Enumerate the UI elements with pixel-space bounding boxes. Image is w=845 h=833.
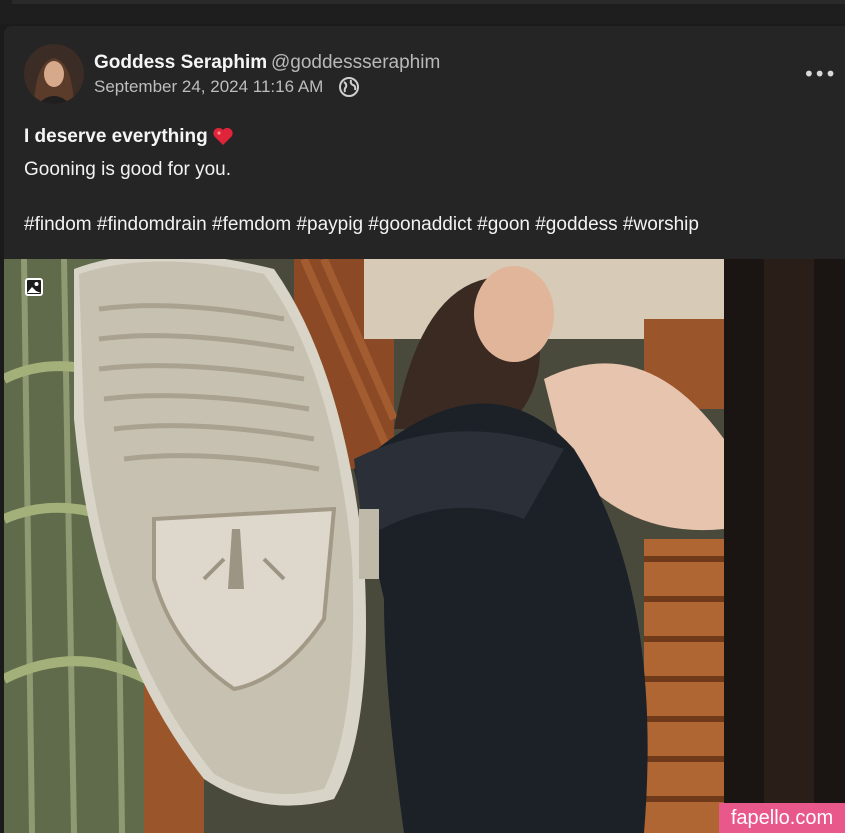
top-bar: [0, 0, 845, 24]
globe-icon: [339, 77, 359, 97]
author-name[interactable]: Goddess Seraphim: [94, 52, 267, 74]
post-photo[interactable]: [4, 259, 845, 833]
heart-icon: [213, 127, 233, 145]
watermark: fapello.com: [719, 803, 845, 833]
image-icon: [25, 278, 43, 296]
more-options-icon[interactable]: •••: [803, 64, 836, 84]
post-card: Goddess Seraphim @goddessseraphim Septem…: [4, 26, 845, 833]
top-divider: [12, 0, 845, 4]
photo-illustration: [4, 259, 845, 833]
author-handle[interactable]: @goddessseraphim: [271, 52, 440, 74]
avatar[interactable]: [24, 44, 84, 104]
post-timestamp[interactable]: September 24, 2024 11:16 AM: [94, 77, 323, 97]
post-text: Gooning is good for you.: [24, 159, 232, 180]
avatar-image: [24, 44, 84, 104]
post-hashtags[interactable]: #findom #findomdrain #femdom #paypig #go…: [24, 214, 699, 236]
post-title: I deserve everything: [24, 126, 208, 147]
